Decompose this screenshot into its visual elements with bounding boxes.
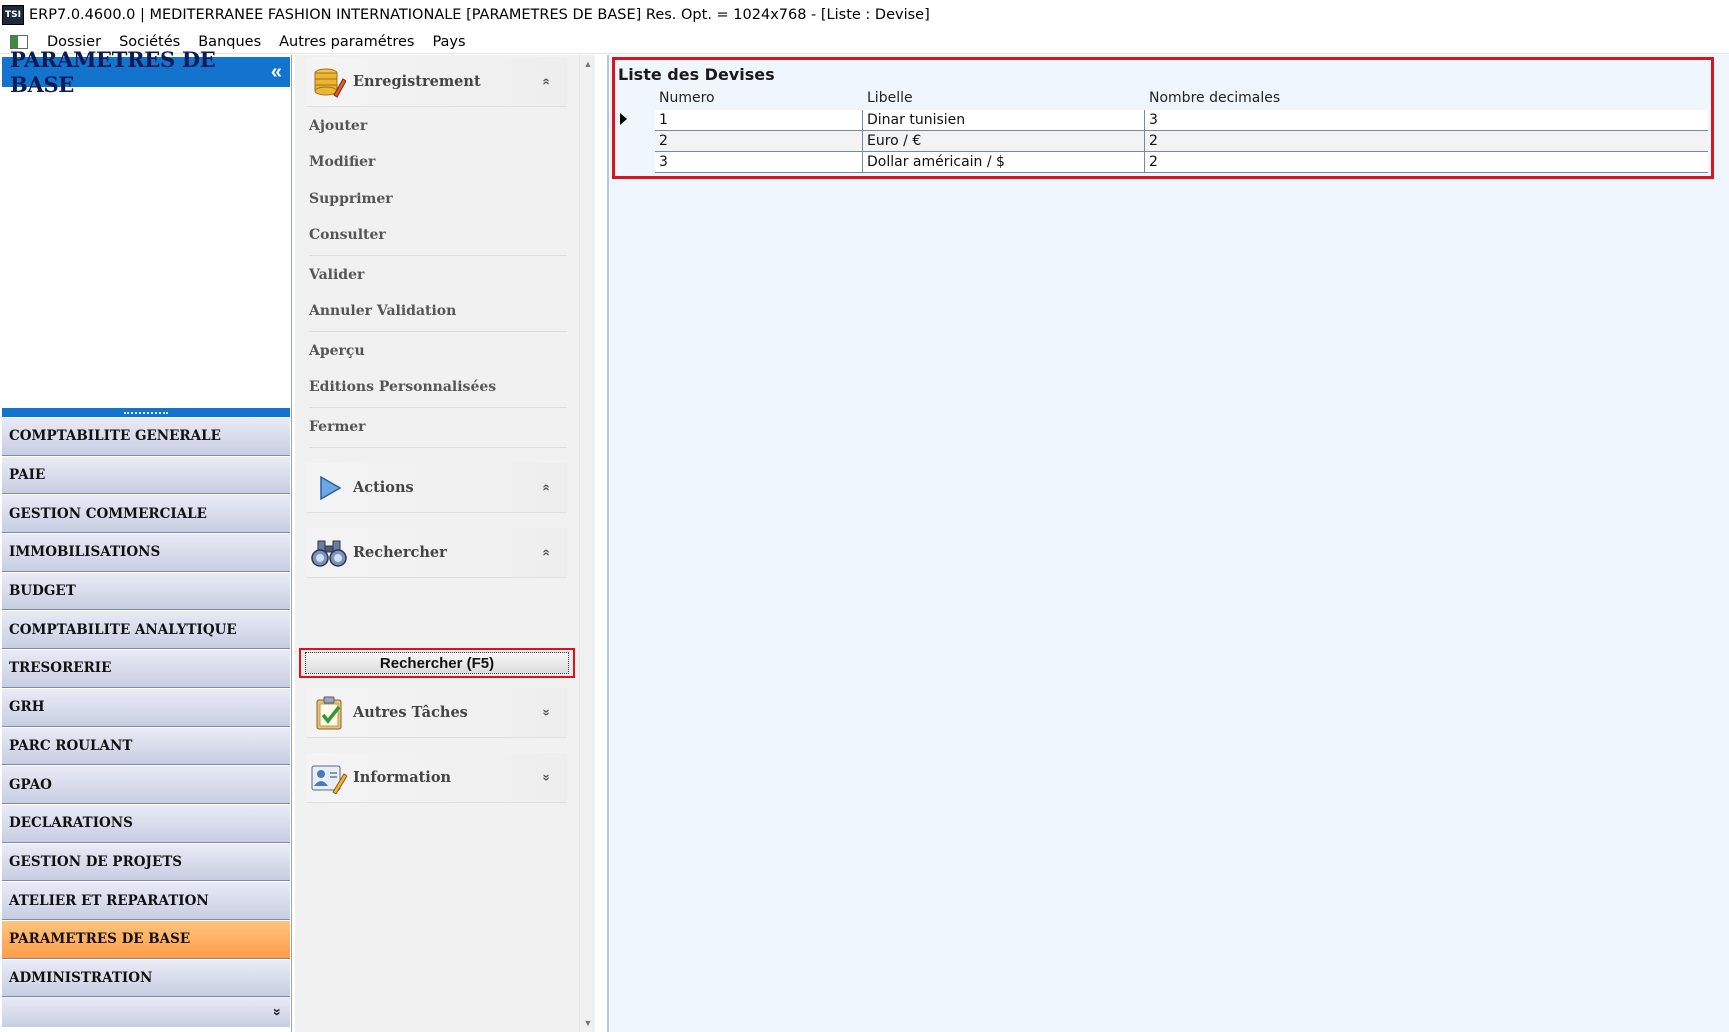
- table-row[interactable]: 1 Dinar tunisien 3: [655, 110, 1708, 131]
- app-logo-icon: TSI: [2, 5, 24, 25]
- grid-body: 1 Dinar tunisien 3 2 Euro / € 2 3 Dollar…: [655, 110, 1708, 173]
- nav-item-immobilisations[interactable]: IMMOBILISATIONS: [2, 533, 290, 572]
- chevron-down-icon[interactable]: »: [540, 703, 555, 723]
- column-header-libelle[interactable]: Libelle: [863, 90, 1145, 110]
- menu-autres-parametres[interactable]: Autres paramétres: [270, 34, 423, 50]
- task-ajouter[interactable]: Ajouter: [309, 118, 367, 134]
- group-rechercher-title: Rechercher: [353, 544, 447, 561]
- cell-libelle[interactable]: Dinar tunisien: [863, 110, 1145, 130]
- window-title: ERP7.0.4600.0 | MEDITERRANEE FASHION INT…: [29, 7, 930, 23]
- nav-header: PARAMETRES DE BASE «: [2, 47, 290, 97]
- group-information-header[interactable]: Information »: [307, 753, 567, 803]
- column-header-nombre-decimales[interactable]: Nombre decimales: [1145, 90, 1708, 110]
- chevron-down-icon: »: [270, 1008, 287, 1017]
- grid-header-row: Numero Libelle Nombre decimales: [655, 90, 1708, 110]
- cell-nombre-decimales[interactable]: 2: [1145, 152, 1708, 172]
- task-panel: Enregistrement « Ajouter Modifier Suppri…: [295, 55, 579, 1032]
- nav-item-paie[interactable]: PAIE: [2, 455, 290, 495]
- group-autres-taches-header[interactable]: Autres Tâches »: [307, 688, 567, 738]
- user-card-pencil-icon: [311, 760, 347, 796]
- group-actions-title: Actions: [353, 479, 414, 496]
- cell-nombre-decimales[interactable]: 3: [1145, 110, 1708, 130]
- devises-grid: Liste des Devises Numero Libelle Nombre …: [612, 57, 1714, 179]
- column-header-numero[interactable]: Numero: [655, 90, 863, 110]
- task-consulter[interactable]: Consulter: [309, 227, 386, 243]
- nav-item-budget[interactable]: BUDGET: [2, 571, 290, 611]
- task-annuler-validation[interactable]: Annuler Validation: [309, 303, 456, 319]
- task-supprimer[interactable]: Supprimer: [309, 191, 393, 207]
- nav-item-comptabilite-analytique[interactable]: COMPTABILITE ANALYTIQUE: [2, 610, 290, 650]
- left-navigation: PARAMETRES DE BASE « COMPTABILITE GENERA…: [0, 47, 292, 1032]
- play-icon: [311, 470, 347, 506]
- nav-splitter[interactable]: [2, 408, 290, 417]
- nav-item-gestion-commerciale[interactable]: GESTION COMMERCIALE: [2, 494, 290, 534]
- separator: [309, 407, 567, 408]
- separator: [309, 331, 567, 332]
- cell-nombre-decimales[interactable]: 2: [1145, 131, 1708, 151]
- cell-numero[interactable]: 3: [655, 152, 863, 172]
- binoculars-icon: [311, 535, 347, 571]
- nav-list: COMPTABILITE GENERALE PAIE GESTION COMME…: [2, 417, 290, 1028]
- chevron-up-icon[interactable]: «: [540, 478, 555, 498]
- nav-header-title: PARAMETRES DE BASE: [10, 47, 216, 97]
- group-rechercher-header[interactable]: Rechercher «: [307, 528, 567, 578]
- cell-libelle[interactable]: Dollar américain / $: [863, 152, 1145, 172]
- nav-item-grh[interactable]: GRH: [2, 687, 290, 727]
- grid-title: Liste des Devises: [618, 65, 775, 84]
- splitter-grip-icon: [124, 411, 168, 414]
- separator: [309, 447, 567, 448]
- cell-numero[interactable]: 1: [655, 110, 863, 130]
- clipboard-check-icon: [311, 695, 347, 731]
- app-window: TSI ERP7.0.4600.0 | MEDITERRANEE FASHION…: [0, 0, 1729, 1032]
- main-content: Liste des Devises Numero Libelle Nombre …: [607, 55, 1729, 1032]
- chevron-up-icon[interactable]: «: [540, 543, 555, 563]
- group-information-title: Information: [353, 769, 452, 786]
- nav-item-declarations[interactable]: DECLARATIONS: [2, 803, 290, 843]
- database-pencil-icon: [311, 64, 347, 100]
- task-editions-personnalisees[interactable]: Editions Personnalisées: [309, 379, 496, 395]
- task-apercu[interactable]: Aperçu: [309, 343, 365, 359]
- rechercher-f5-button[interactable]: Rechercher (F5): [305, 652, 569, 674]
- nav-item-tresorerie[interactable]: TRESORERIE: [2, 649, 290, 688]
- title-bar: TSI ERP7.0.4600.0 | MEDITERRANEE FASHION…: [0, 0, 1729, 30]
- chevron-up-icon[interactable]: «: [540, 72, 555, 92]
- table-row[interactable]: 2 Euro / € 2: [655, 131, 1708, 152]
- nav-item-comptabilite-generale[interactable]: COMPTABILITE GENERALE: [2, 417, 290, 456]
- current-row-indicator-icon: [620, 113, 627, 125]
- task-valider[interactable]: Valider: [309, 267, 364, 283]
- scroll-up-icon[interactable]: ▲: [583, 59, 593, 69]
- scroll-down-icon[interactable]: ▼: [583, 1018, 593, 1028]
- nav-overflow-button[interactable]: »: [2, 997, 290, 1028]
- nav-item-parametres-de-base[interactable]: PARAMETRES DE BASE: [2, 919, 290, 959]
- separator: [309, 255, 567, 256]
- cell-numero[interactable]: 2: [655, 131, 863, 151]
- task-fermer[interactable]: Fermer: [309, 419, 366, 435]
- rechercher-f5-button-frame: Rechercher (F5): [299, 648, 575, 678]
- nav-item-administration[interactable]: ADMINISTRATION: [2, 958, 290, 998]
- nav-item-parc-roulant[interactable]: PARC ROULANT: [2, 726, 290, 766]
- group-enregistrement-header[interactable]: Enregistrement «: [307, 57, 567, 107]
- cell-libelle[interactable]: Euro / €: [863, 131, 1145, 151]
- chevron-down-icon[interactable]: »: [540, 768, 555, 788]
- nav-item-gestion-de-projets[interactable]: GESTION DE PROJETS: [2, 842, 290, 882]
- collapse-icon[interactable]: «: [271, 61, 282, 84]
- menu-pays[interactable]: Pays: [423, 34, 474, 50]
- nav-item-atelier-et-reparation[interactable]: ATELIER ET REPARATION: [2, 881, 290, 920]
- group-enregistrement-title: Enregistrement: [353, 73, 481, 90]
- group-actions-header[interactable]: Actions «: [307, 463, 567, 513]
- table-row[interactable]: 3 Dollar américain / $ 2: [655, 152, 1708, 173]
- task-panel-scrollbar[interactable]: ▲ ▼: [579, 55, 595, 1032]
- nav-item-gpao[interactable]: GPAO: [2, 765, 290, 804]
- group-autres-taches-title: Autres Tâches: [353, 704, 468, 721]
- task-modifier[interactable]: Modifier: [309, 154, 375, 170]
